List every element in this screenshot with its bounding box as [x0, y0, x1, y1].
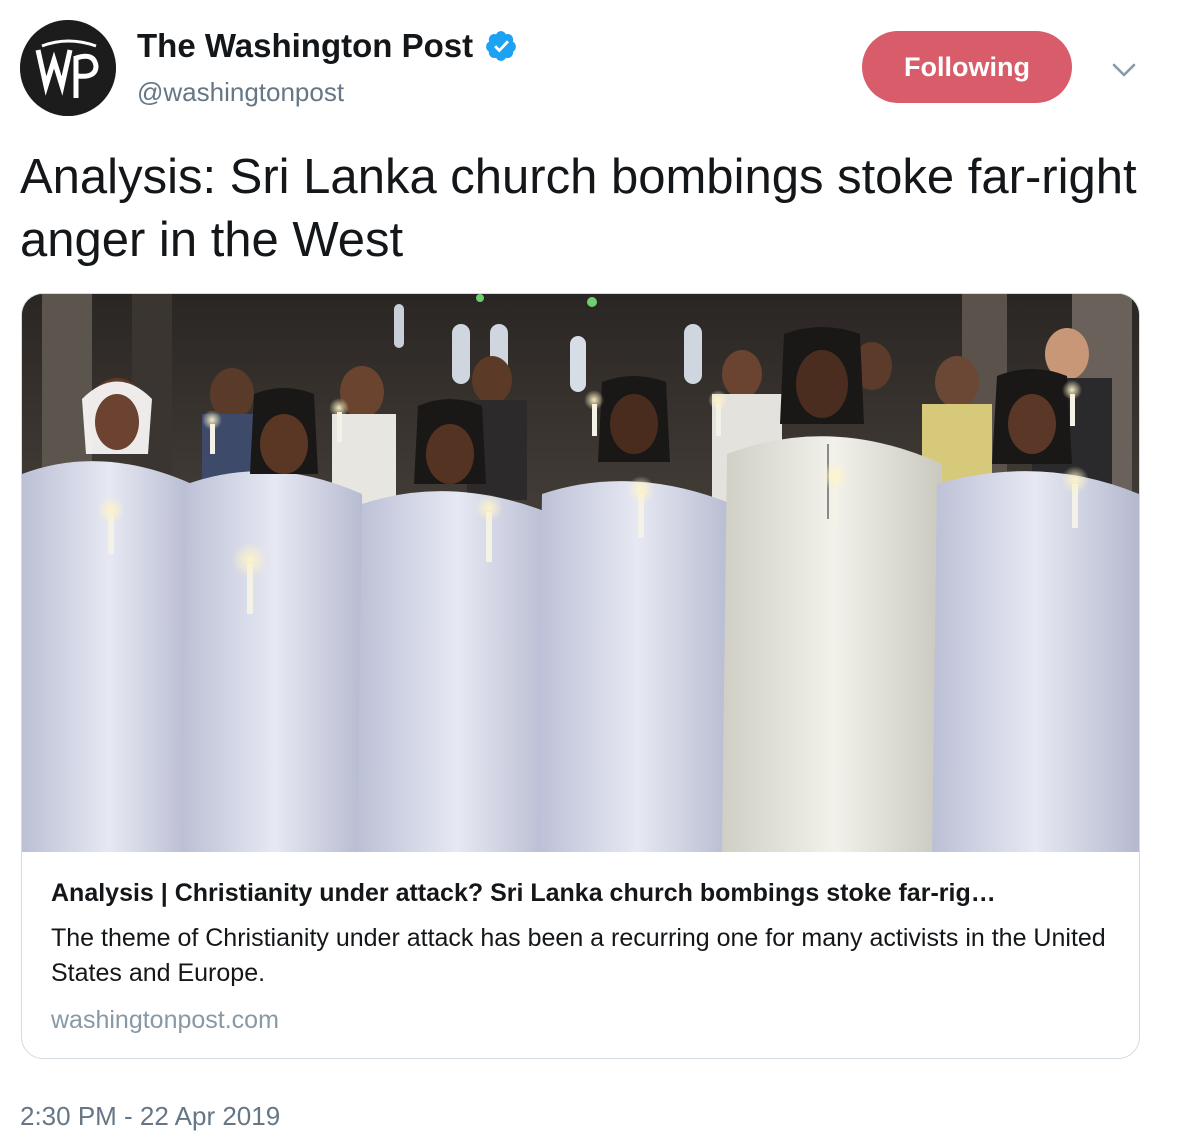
card-domain: washingtonpost.com [51, 1006, 279, 1034]
tweet-text: Analysis: Sri Lanka church bombings stok… [20, 150, 1137, 267]
card-title: Analysis | Christianity under attack? Sr… [51, 879, 996, 907]
verified-badge-icon [484, 29, 518, 63]
article-photo-image [22, 294, 1139, 852]
tweet-timestamp[interactable]: 2:30 PM - 22 Apr 2019 [20, 1100, 280, 1132]
link-preview-card[interactable]: Analysis | Christianity under attack? Sr… [21, 293, 1140, 1059]
card-description: The theme of Christianity under attack h… [51, 924, 1106, 987]
following-button[interactable]: Following [862, 31, 1072, 103]
author-display-name[interactable]: The Washington Post [137, 26, 518, 66]
author-name-text: The Washington Post [137, 27, 474, 64]
author-avatar[interactable] [20, 20, 116, 116]
author-handle[interactable]: @washingtonpost [137, 76, 344, 108]
chevron-down-icon[interactable] [1108, 54, 1140, 86]
